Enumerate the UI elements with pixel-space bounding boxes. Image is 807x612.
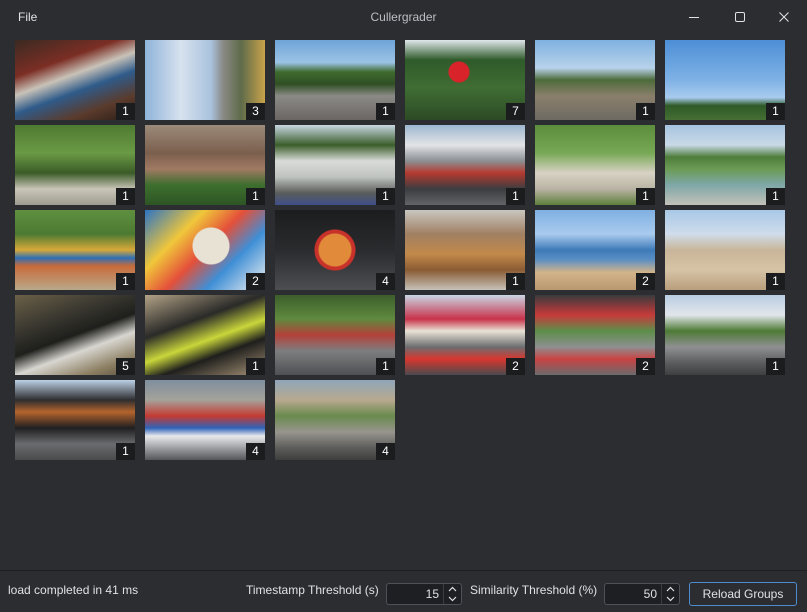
timestamp-decrement-button[interactable] [444, 594, 461, 604]
group-count-badge: 1 [376, 358, 395, 375]
group-count-badge: 1 [246, 358, 265, 375]
timestamp-increment-button[interactable] [444, 584, 461, 594]
group-count-badge: 1 [636, 103, 655, 120]
reload-groups-button[interactable]: Reload Groups [689, 582, 797, 606]
thumbnail-shop-front-people[interactable]: 1 [15, 380, 135, 460]
chevron-down-icon [448, 596, 457, 602]
thumbnail-rooftop-trees[interactable]: 1 [275, 40, 395, 120]
chevron-up-icon [666, 586, 675, 592]
thumbnail-canada-flag-trees[interactable]: 7 [405, 40, 525, 120]
thumbnail-streetcar-pepsi-truck[interactable]: 4 [145, 380, 265, 460]
group-count-badge: 1 [376, 188, 395, 205]
chevron-down-icon [666, 596, 675, 602]
thumbnail-tree-lined-path[interactable]: 1 [15, 125, 135, 205]
thumbnail-street-bus[interactable]: 1 [405, 125, 525, 205]
group-count-badge: 5 [116, 358, 135, 375]
thumbnail-storefront-red-car[interactable]: 2 [405, 295, 525, 375]
timestamp-threshold-spinner[interactable] [386, 583, 462, 605]
minimize-button[interactable] [671, 0, 717, 34]
thumbnail-radio-tower-sky[interactable]: 1 [665, 40, 785, 120]
timestamp-spinner-arrows [443, 584, 461, 604]
thumbnail-busy-street-people[interactable]: 1 [665, 295, 785, 375]
timestamp-threshold-label: Timestamp Threshold (s) [246, 583, 379, 597]
group-count-badge: 1 [766, 358, 785, 375]
similarity-threshold-input[interactable] [605, 584, 661, 604]
thumbnail-desk-with-papers[interactable]: 1 [15, 40, 135, 120]
thumbnail-drink-can-umbrella[interactable]: 2 [145, 210, 265, 290]
thumbnail-sky-clouds-street[interactable]: 3 [145, 40, 265, 120]
group-count-badge: 1 [376, 103, 395, 120]
group-count-badge: 1 [116, 103, 135, 120]
thumbnail-playground[interactable]: 1 [15, 210, 135, 290]
group-count-badge: 1 [506, 188, 525, 205]
group-count-badge: 1 [766, 273, 785, 290]
thumbnail-intersection-crowd[interactable]: 4 [275, 380, 395, 460]
title-bar: File Cullergrader [0, 0, 807, 34]
group-count-badge: 1 [116, 443, 135, 460]
group-count-badge: 1 [506, 273, 525, 290]
group-count-badge: 1 [246, 188, 265, 205]
similarity-decrement-button[interactable] [662, 594, 679, 604]
close-button[interactable] [761, 0, 807, 34]
thumbnail-suburban-street[interactable]: 1 [535, 40, 655, 120]
thumbnail-waterfront-beach[interactable]: 1 [665, 125, 785, 205]
thumbnail-garden-path[interactable]: 1 [535, 125, 655, 205]
maximize-button[interactable] [717, 0, 763, 34]
group-count-badge: 1 [766, 103, 785, 120]
minimize-icon [689, 17, 699, 18]
thumbnail-cooler-bag-sand[interactable]: 1 [145, 295, 265, 375]
group-count-badge: 2 [636, 358, 655, 375]
group-count-badge: 2 [636, 273, 655, 290]
group-count-badge: 2 [246, 273, 265, 290]
group-count-badge: 7 [506, 103, 525, 120]
group-count-badge: 3 [246, 103, 265, 120]
thumbnail-beach-crowd[interactable]: 1 [665, 210, 785, 290]
group-count-badge: 1 [116, 273, 135, 290]
thumbnail-food-box[interactable]: 1 [405, 210, 525, 290]
group-count-badge: 4 [376, 443, 395, 460]
status-text: load completed in 41 ms [8, 583, 139, 597]
thumbnail-panel[interactable]: 1 3 1 7 1 1 1 1 1 1 1 1 1 2 4 1 2 1 5 1 1 2 2 1 1 4 4 [0, 34, 807, 570]
timestamp-threshold-input[interactable] [387, 584, 443, 604]
similarity-threshold-spinner[interactable] [604, 583, 680, 605]
similarity-increment-button[interactable] [662, 584, 679, 594]
maximize-icon [735, 12, 745, 22]
thumbnail-street-trees-building[interactable]: 1 [275, 295, 395, 375]
thumbnail-pizza-slice[interactable]: 4 [275, 210, 395, 290]
thumbnail-white-house-trees[interactable]: 1 [275, 125, 395, 205]
thumbnail-beach-people-water[interactable]: 2 [535, 210, 655, 290]
group-count-badge: 4 [246, 443, 265, 460]
group-count-badge: 4 [376, 273, 395, 290]
similarity-spinner-arrows [661, 584, 679, 604]
close-icon [779, 12, 789, 22]
thumbnail-bags-on-sand[interactable]: 5 [15, 295, 135, 375]
thumbnail-market-street[interactable]: 2 [535, 295, 655, 375]
group-count-badge: 1 [116, 188, 135, 205]
thumbnail-brick-house-garden[interactable]: 1 [145, 125, 265, 205]
group-count-badge: 2 [506, 358, 525, 375]
chevron-up-icon [448, 586, 457, 592]
similarity-threshold-label: Similarity Threshold (%) [470, 583, 598, 597]
group-count-badge: 1 [766, 188, 785, 205]
group-count-badge: 1 [636, 188, 655, 205]
menu-file[interactable]: File [10, 7, 45, 27]
status-bar: load completed in 41 ms Timestamp Thresh… [0, 570, 807, 612]
